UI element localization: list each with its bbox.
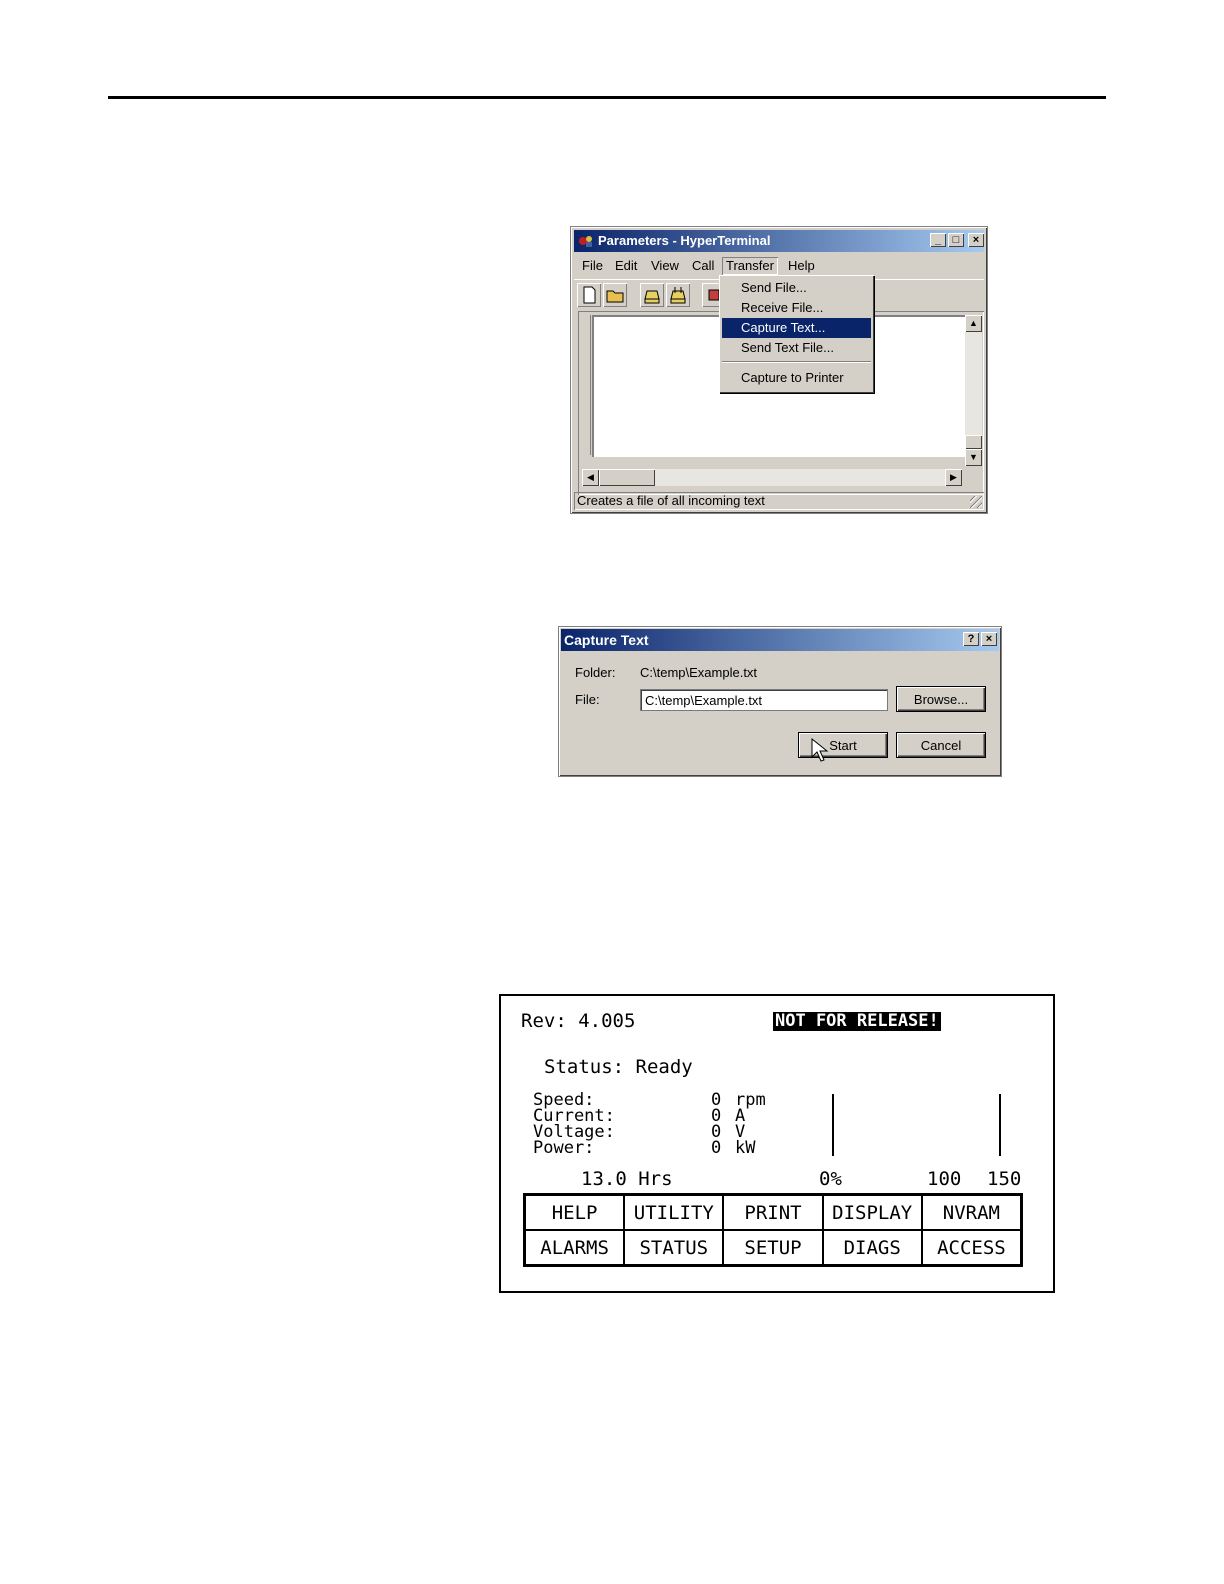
power-value: 0 <box>711 1138 722 1158</box>
disconnect-phone-icon[interactable] <box>666 283 690 307</box>
menu-capture-to-printer[interactable]: Capture to Printer <box>722 368 871 388</box>
status-text: Creates a file of all incoming text <box>577 493 765 508</box>
capture-text-dialog: Capture Text ? × Folder: C:\temp\Example… <box>558 626 1002 777</box>
dialog-title-bar: Capture Text ? × <box>561 629 999 651</box>
key-diags[interactable]: DIAGS <box>821 1229 923 1266</box>
key-nvram[interactable]: NVRAM <box>920 1194 1022 1231</box>
open-folder-icon[interactable] <box>603 283 627 307</box>
menu-call[interactable]: Call <box>688 257 718 275</box>
menu-view[interactable]: View <box>647 257 683 275</box>
menu-receive-file[interactable]: Receive File... <box>722 298 871 318</box>
scroll-right-icon[interactable]: ▶ <box>945 469 962 486</box>
menu-file[interactable]: File <box>578 257 607 275</box>
close-button[interactable]: × <box>968 233 984 247</box>
drive-status: Status: Ready <box>544 1056 693 1078</box>
power-label: Power: <box>533 1138 595 1158</box>
key-status[interactable]: STATUS <box>623 1229 725 1266</box>
scroll-up-icon[interactable]: ▲ <box>965 315 982 332</box>
key-access[interactable]: ACCESS <box>920 1229 1022 1266</box>
bar-graph-zero-line <box>832 1094 834 1156</box>
maximize-button[interactable]: □ <box>948 233 964 247</box>
soft-key-grid: HELP UTILITY PRINT DISPLAY NVRAM ALARMS … <box>523 1193 1023 1267</box>
folder-label: Folder: <box>575 665 616 680</box>
menu-send-text-file[interactable]: Send Text File... <box>722 338 871 358</box>
key-help[interactable]: HELP <box>524 1194 626 1231</box>
horizontal-scrollbar[interactable]: ◀ ▶ <box>582 469 962 486</box>
folder-value: C:\temp\Example.txt <box>640 665 758 680</box>
connect-phone-icon[interactable] <box>640 283 664 307</box>
left-gutter <box>582 315 591 455</box>
horizontal-scroll-thumb[interactable] <box>599 469 655 486</box>
key-utility[interactable]: UTILITY <box>623 1194 725 1231</box>
help-button[interactable]: ? <box>963 632 979 646</box>
new-file-icon[interactable] <box>577 283 601 307</box>
scroll-left-icon[interactable]: ◀ <box>582 469 599 486</box>
menu-separator <box>722 361 871 363</box>
dialog-title: Capture Text <box>564 632 649 648</box>
menu-transfer[interactable]: Transfer <box>722 257 778 275</box>
key-display[interactable]: DISPLAY <box>821 1194 923 1231</box>
dialog-close-button[interactable]: × <box>981 632 997 646</box>
key-alarms[interactable]: ALARMS <box>524 1229 626 1266</box>
minimize-button[interactable]: _ <box>930 233 946 247</box>
scroll-down-icon[interactable]: ▼ <box>965 449 982 466</box>
keypad-lcd-screen: Rev: 4.005 NOT FOR RELEASE! Status: Read… <box>499 994 1055 1293</box>
bar-graph-limit-line <box>999 1094 1001 1156</box>
transfer-dropdown-menu: Send File... Receive File... Capture Tex… <box>719 275 874 393</box>
vertical-scroll-thumb[interactable] <box>965 435 982 449</box>
page-top-rule <box>108 96 1106 99</box>
scale-100: 100 <box>927 1168 962 1190</box>
hyperterminal-app-icon <box>579 236 592 247</box>
power-unit: kW <box>735 1138 756 1158</box>
mouse-pointer-icon <box>811 738 829 762</box>
title-bar: Parameters - HyperTerminal _ □ × <box>574 230 984 252</box>
menu-capture-text[interactable]: Capture Text... <box>722 318 871 338</box>
revision-label: Rev: 4.005 <box>521 1010 636 1032</box>
file-path-input[interactable] <box>640 689 888 711</box>
scale-150: 150 <box>987 1168 1022 1190</box>
file-label: File: <box>575 692 600 707</box>
scale-zero-percent: 0% <box>819 1168 842 1190</box>
menu-bar: File Edit View Call Transfer Help <box>574 254 984 276</box>
key-print[interactable]: PRINT <box>722 1194 824 1231</box>
run-hours: 13.0 Hrs <box>581 1168 673 1190</box>
status-bar: Creates a file of all incoming text <box>574 492 984 510</box>
not-for-release-banner: NOT FOR RELEASE! <box>773 1011 941 1031</box>
menu-edit[interactable]: Edit <box>611 257 641 275</box>
vertical-scrollbar[interactable]: ▲ ▼ <box>965 315 982 466</box>
resize-grip-icon[interactable] <box>970 496 982 508</box>
menu-help[interactable]: Help <box>784 257 819 275</box>
browse-button[interactable]: Browse... <box>896 686 986 712</box>
cancel-button[interactable]: Cancel <box>896 732 986 758</box>
key-setup[interactable]: SETUP <box>722 1229 824 1266</box>
window-title: Parameters - HyperTerminal <box>598 233 771 248</box>
menu-send-file[interactable]: Send File... <box>722 278 871 298</box>
